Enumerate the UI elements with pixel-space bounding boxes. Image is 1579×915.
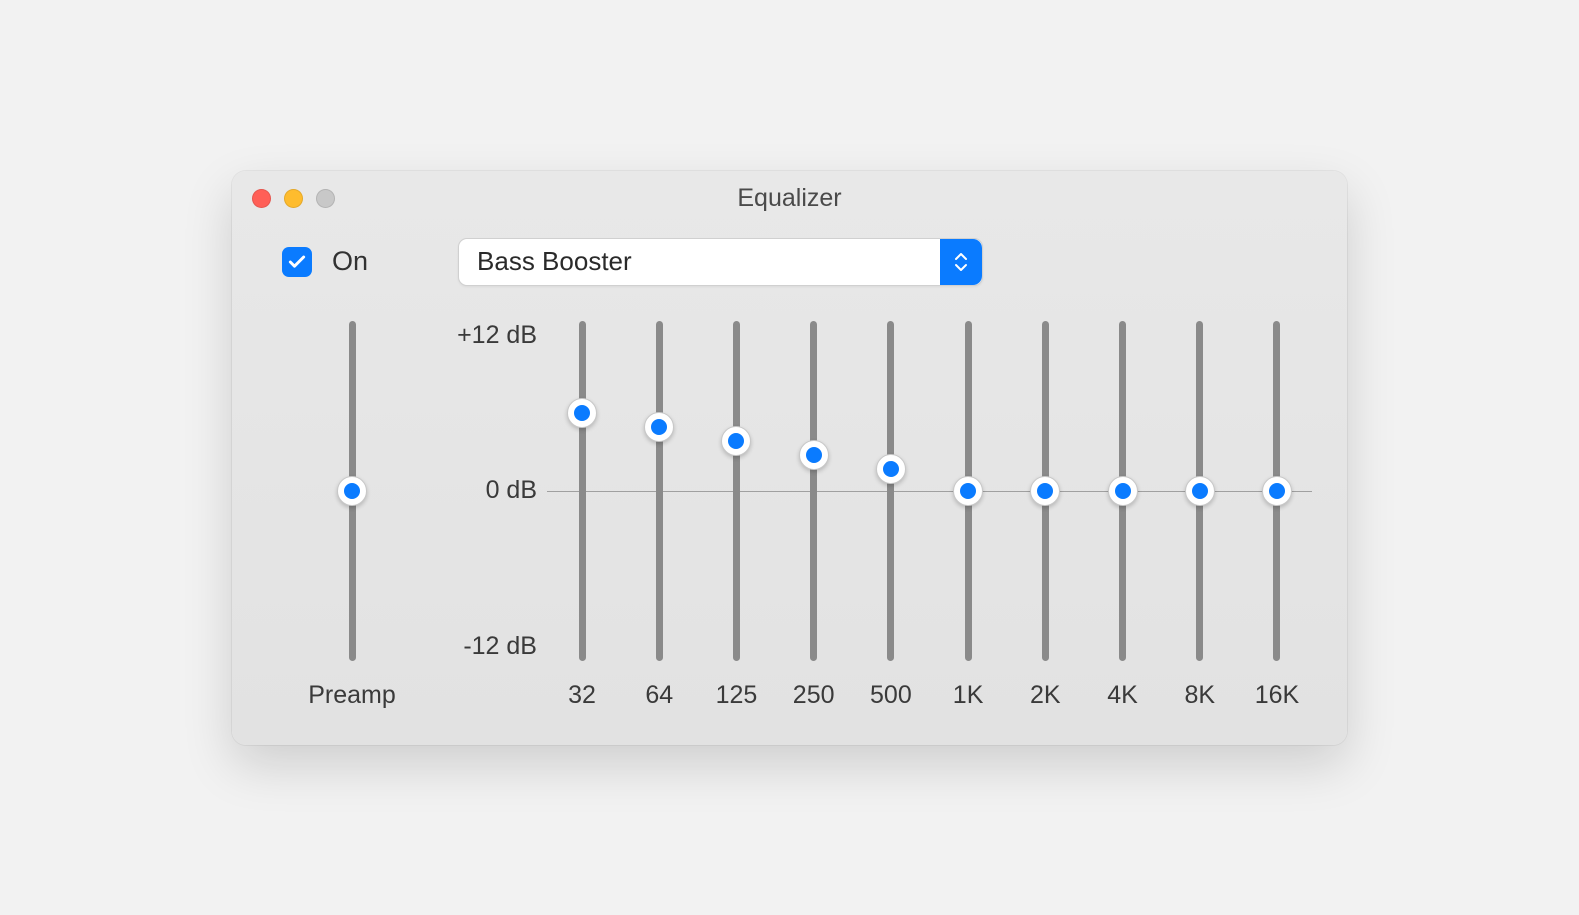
- freq-label-8K: 8K: [1185, 681, 1215, 710]
- slider-thumb[interactable]: [1030, 476, 1060, 506]
- slider-thumb[interactable]: [953, 476, 983, 506]
- on-label: On: [332, 246, 368, 277]
- slider-thumb[interactable]: [721, 426, 751, 456]
- preset-stepper[interactable]: [940, 239, 982, 285]
- window-title: Equalizer: [232, 184, 1347, 213]
- db-max-label: +12 dB: [457, 321, 537, 350]
- band-slider-32[interactable]: [567, 321, 597, 661]
- band-sliders-row: [547, 321, 1312, 661]
- slider-track: [733, 321, 740, 661]
- on-checkbox[interactable]: [282, 247, 312, 277]
- slider-thumb[interactable]: [799, 440, 829, 470]
- controls-row: On Bass Booster: [232, 218, 1347, 296]
- band-slider-8K[interactable]: [1185, 321, 1215, 661]
- preamp-slider[interactable]: [337, 321, 367, 661]
- freq-label-500: 500: [876, 681, 906, 710]
- chevron-down-icon: [954, 263, 968, 272]
- band-slider-125[interactable]: [721, 321, 751, 661]
- equalizer-window: Equalizer On Bass Booster Preamp +: [232, 171, 1347, 745]
- preset-selected-label: Bass Booster: [477, 246, 632, 277]
- freq-label-64: 64: [644, 681, 674, 710]
- band-slider-500[interactable]: [876, 321, 906, 661]
- slider-thumb[interactable]: [1108, 476, 1138, 506]
- db-scale-labels: +12 dB 0 dB -12 dB: [427, 321, 547, 661]
- titlebar: Equalizer: [232, 171, 1347, 218]
- traffic-lights: [252, 189, 335, 208]
- band-slider-250[interactable]: [799, 321, 829, 661]
- freq-label-250: 250: [799, 681, 829, 710]
- chevron-up-icon: [954, 252, 968, 261]
- slider-thumb[interactable]: [567, 398, 597, 428]
- band-slider-64[interactable]: [644, 321, 674, 661]
- freq-label-125: 125: [721, 681, 751, 710]
- freq-label-32: 32: [567, 681, 597, 710]
- preamp-column: Preamp: [277, 321, 427, 710]
- freq-label-2K: 2K: [1030, 681, 1060, 710]
- preamp-label: Preamp: [308, 661, 396, 710]
- band-slider-2K[interactable]: [1030, 321, 1060, 661]
- maximize-button[interactable]: [316, 189, 335, 208]
- slider-thumb[interactable]: [337, 476, 367, 506]
- band-slider-16K[interactable]: [1262, 321, 1292, 661]
- slider-track: [579, 321, 586, 661]
- checkmark-icon: [287, 252, 307, 272]
- slider-track: [810, 321, 817, 661]
- slider-track: [656, 321, 663, 661]
- slider-track: [887, 321, 894, 661]
- freq-label-1K: 1K: [953, 681, 983, 710]
- frequency-labels-row: 32 64 125 250 500 1K 2K 4K 8K 16K: [547, 661, 1312, 710]
- freq-label-16K: 16K: [1262, 681, 1292, 710]
- minimize-button[interactable]: [284, 189, 303, 208]
- freq-label-4K: 4K: [1108, 681, 1138, 710]
- preset-select[interactable]: Bass Booster: [458, 238, 983, 286]
- slider-thumb[interactable]: [1262, 476, 1292, 506]
- slider-thumb[interactable]: [1185, 476, 1215, 506]
- db-min-label: -12 dB: [463, 632, 537, 661]
- band-slider-1K[interactable]: [953, 321, 983, 661]
- band-sliders-column: 32 64 125 250 500 1K 2K 4K 8K 16K: [547, 321, 1312, 710]
- db-mid-label: 0 dB: [486, 476, 537, 505]
- slider-thumb[interactable]: [644, 412, 674, 442]
- eq-area: Preamp +12 dB 0 dB -12 dB 32 64 125 250 500 1…: [232, 296, 1347, 710]
- slider-thumb[interactable]: [876, 454, 906, 484]
- close-button[interactable]: [252, 189, 271, 208]
- band-slider-4K[interactable]: [1108, 321, 1138, 661]
